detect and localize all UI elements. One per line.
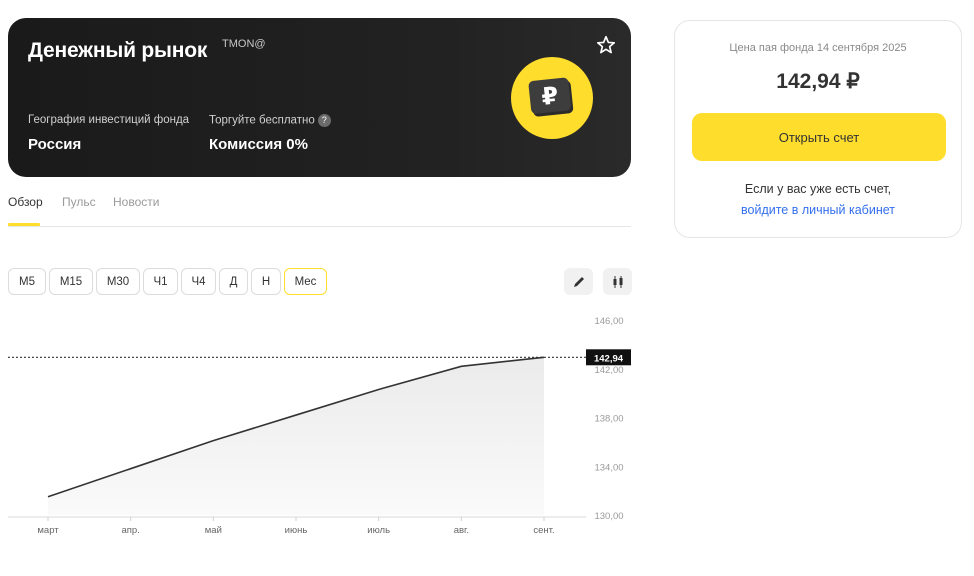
period-button-day[interactable]: Д — [219, 268, 248, 295]
period-button-m5[interactable]: M5 — [8, 268, 46, 295]
x-tick-label: июнь — [285, 525, 308, 536]
period-button-month[interactable]: Мес — [284, 268, 327, 295]
candles-tool-button[interactable] — [603, 268, 632, 295]
x-tick-label: авг. — [454, 525, 469, 536]
login-link[interactable]: войдите в личный кабинет — [675, 203, 961, 217]
period-button-h1[interactable]: Ч1 — [143, 268, 178, 295]
y-tick-label: 146,00 — [594, 316, 623, 327]
active-tab-indicator — [8, 223, 40, 226]
y-tick-label: 130,00 — [594, 511, 623, 522]
open-account-button[interactable]: Открыть счет — [692, 113, 946, 161]
x-tick-label: апр. — [121, 525, 139, 536]
y-tick-label: 134,00 — [594, 462, 623, 473]
help-icon[interactable]: ? — [317, 114, 331, 127]
price-card: Цена пая фонда 14 сентября 2025 142,94 ₽… — [674, 20, 962, 238]
fund-hero-card: Денежный рынок TMON@ ₽ География инвести… — [8, 18, 631, 177]
fund-ticker: TMON@ — [222, 38, 266, 50]
draw-tool-button[interactable] — [564, 268, 593, 295]
y-tick-label: 142,00 — [594, 365, 623, 376]
x-tick-label: март — [37, 525, 59, 536]
period-button-m30[interactable]: M30 — [96, 268, 140, 295]
price-date-label: Цена пая фонда 14 сентября 2025 — [729, 42, 907, 54]
period-button-m15[interactable]: M15 — [49, 268, 93, 295]
draw-icon — [573, 276, 584, 287]
price-chart[interactable]: 146,00 142,00 138,00 134,00 130,00 март апр. ма… — [0, 300, 640, 550]
current-price-label: 142,94 — [594, 353, 624, 364]
tab-overview[interactable]: Обзор — [8, 195, 43, 209]
tab-news[interactable]: Новости — [113, 195, 159, 209]
x-tick-label: сент. — [533, 525, 554, 536]
geo-value: Россия — [28, 136, 82, 153]
chart-area-fill — [48, 357, 544, 515]
section-tabs: Обзор Пульс Новости — [8, 192, 631, 227]
tab-pulse[interactable]: Пульс — [62, 195, 96, 209]
period-button-h4[interactable]: Ч4 — [181, 268, 216, 295]
trade-label: Торгуйте бесплатно? — [209, 114, 331, 127]
y-tick-label: 138,00 — [594, 414, 623, 425]
ruble-coin-logo: ₽ — [511, 57, 593, 139]
x-tick-label: июль — [367, 525, 390, 536]
existing-account-note: Если у вас уже есть счет, — [744, 182, 892, 196]
trade-label-text: Торгуйте бесплатно — [209, 114, 315, 127]
fund-price: 142,94 ₽ — [776, 70, 860, 93]
period-button-week[interactable]: Н — [251, 268, 281, 295]
favorite-star-icon[interactable] — [595, 34, 617, 56]
geo-label: География инвестиций фонда — [28, 114, 190, 126]
x-tick-label: май — [205, 525, 222, 536]
svg-text:₽: ₽ — [540, 81, 560, 111]
commission-value: Комиссия 0% — [209, 136, 308, 153]
fund-title: Денежный рынок — [28, 39, 208, 62]
candles-icon — [613, 275, 622, 288]
